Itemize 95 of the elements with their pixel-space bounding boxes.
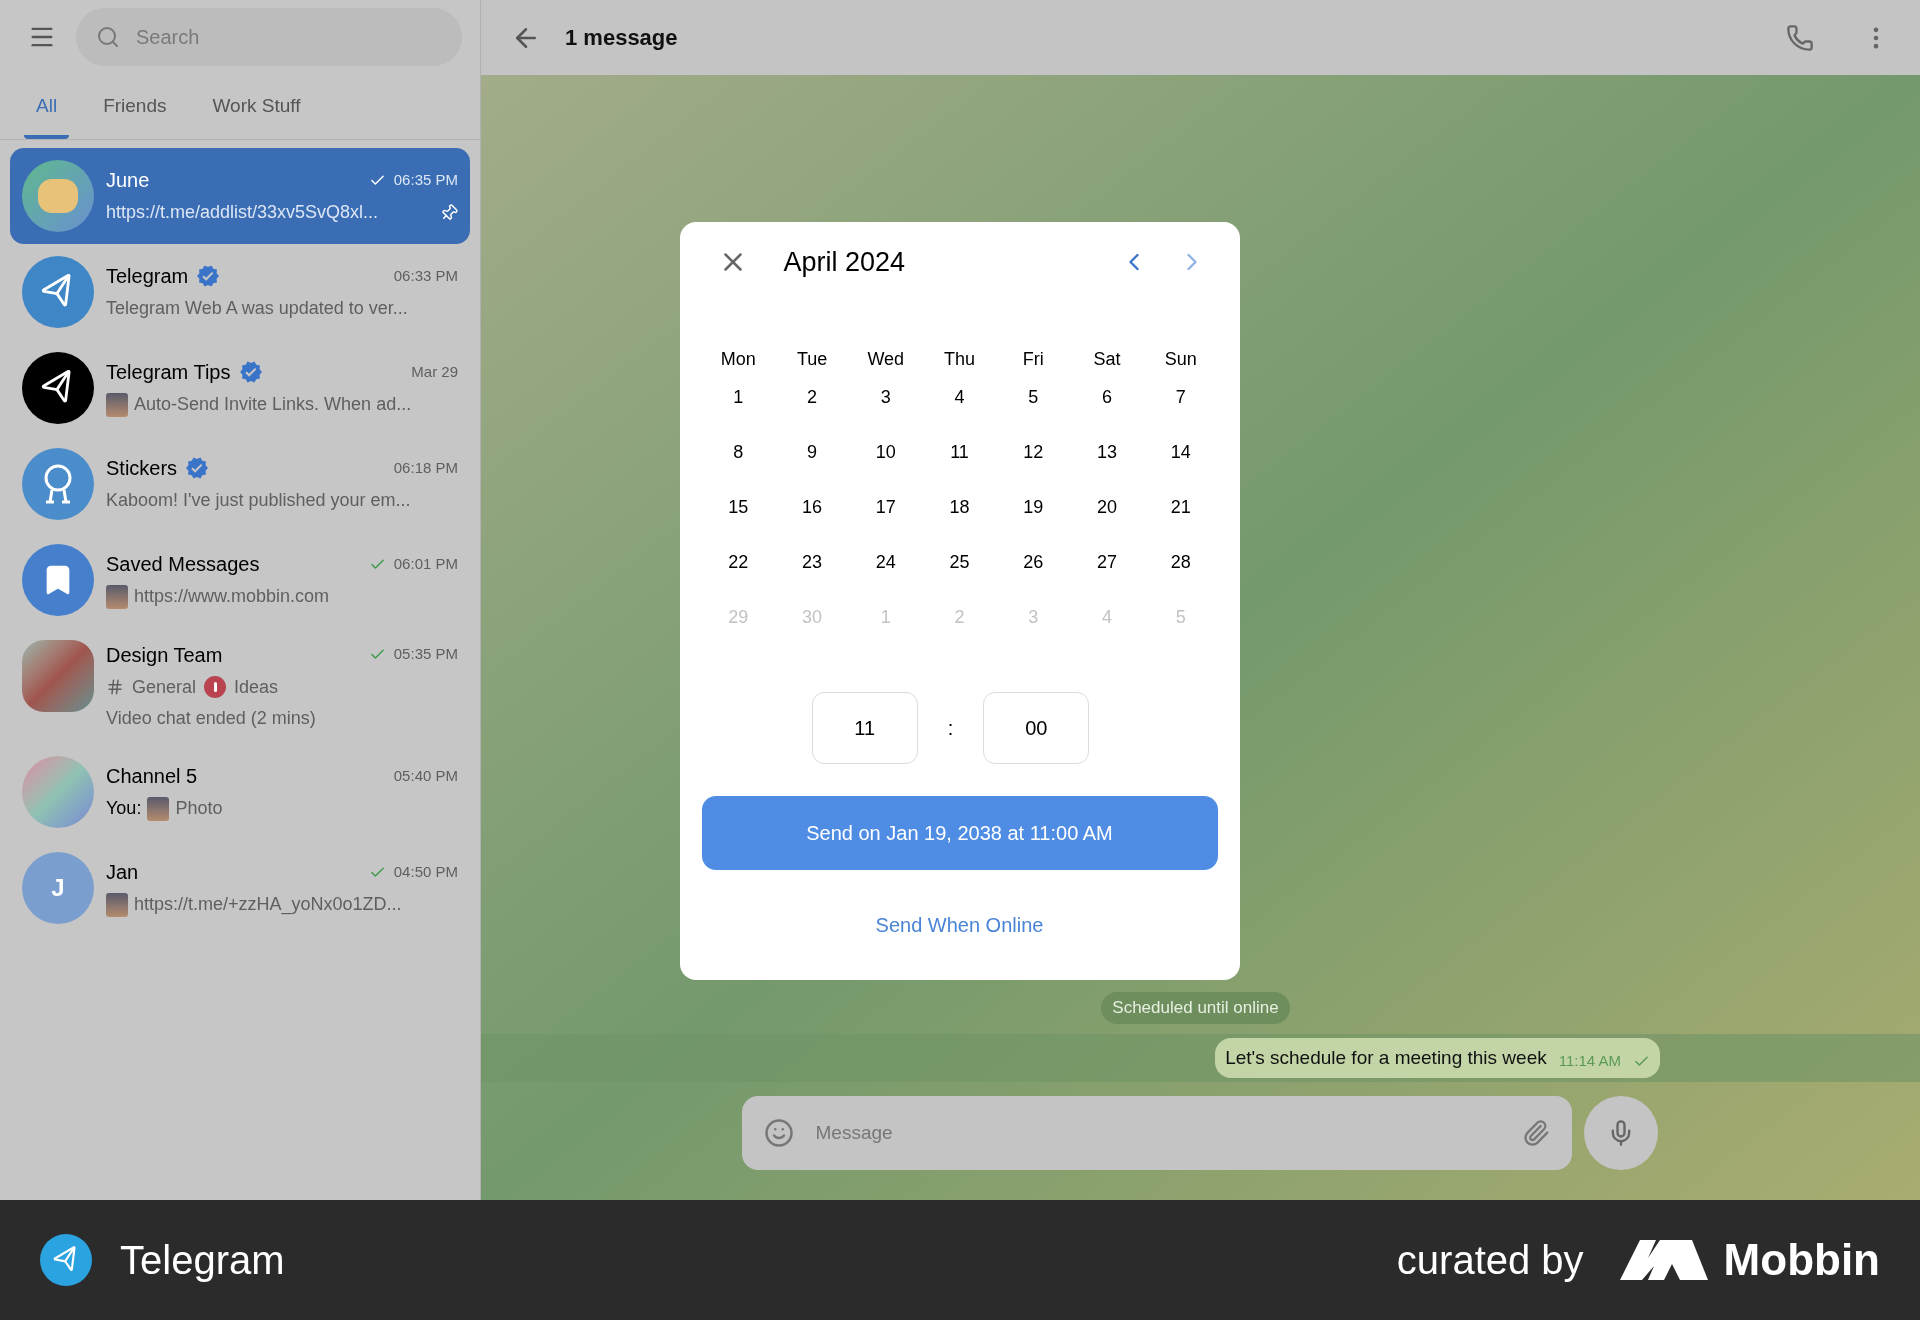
chat-time: 05:35 PM (393, 644, 458, 665)
calendar-day[interactable]: 23 (775, 550, 849, 575)
curated-by-label: curated by (1396, 1237, 1584, 1284)
weekday-label: Sun (1163, 348, 1198, 371)
calendar-day[interactable]: 10 (848, 440, 923, 465)
footer-brand: Mobbin (1723, 1234, 1880, 1286)
hash-icon (106, 678, 124, 696)
calendar-day[interactable]: 2 (775, 385, 849, 410)
calendar-day[interactable]: 21 (1143, 495, 1218, 520)
calendar-day[interactable]: 22 (701, 550, 776, 575)
chat-preview: https://t.me/+zzHA_yoNx0o1ZD... (134, 893, 402, 917)
calendar-day[interactable]: 18 (922, 495, 997, 520)
calendar-day[interactable]: 12 (996, 440, 1071, 465)
month-title: April 2024 (783, 245, 906, 279)
emoji-icon[interactable] (763, 1118, 794, 1148)
chat-title: 1 message (565, 24, 678, 52)
send-when-online-link[interactable]: Send When Online (875, 910, 1044, 940)
chat-time: 04:50 PM (393, 861, 458, 882)
chat-time: 06:35 PM (393, 169, 458, 190)
chat-list-item[interactable]: Channel 5 05:40 PM You: Photo (10, 743, 470, 840)
chat-name: June (106, 168, 150, 193)
chat-name: Telegram Tips (106, 360, 231, 385)
footer-app-name: Telegram (120, 1237, 285, 1284)
calendar-day[interactable]: 4 (922, 385, 997, 410)
chat-name: Jan (106, 860, 139, 885)
message-field[interactable]: Message (741, 1096, 1572, 1170)
chat-name: Stickers (106, 456, 178, 481)
chat-list-item[interactable]: Saved Messages 06:01 PM https://www.mobbin.com (10, 531, 470, 628)
calendar-day[interactable]: 5 (996, 385, 1071, 410)
weekday-label: Sat (1092, 348, 1122, 371)
calendar-day[interactable]: 16 (775, 495, 849, 520)
phone-icon[interactable] (1786, 23, 1814, 52)
attach-icon[interactable] (1521, 1119, 1550, 1147)
minute-field[interactable]: 00 (983, 692, 1090, 764)
chat-preview: Telegram Web A was updated to ver... (106, 297, 408, 320)
chat-preview: Kaboom! I've just published your em... (106, 489, 411, 512)
calendar-day[interactable]: 17 (848, 495, 923, 520)
chat-time: 06:33 PM (393, 265, 458, 286)
chat-list-item[interactable]: Telegram Tips Mar 29 Auto-Send Invite Links. When ad... (10, 339, 470, 436)
message-time: 11:14 AM (1558, 1050, 1621, 1071)
weekday-label: Fri (1021, 348, 1045, 371)
weekday-label: Mon (719, 348, 757, 371)
calendar-day[interactable]: 8 (701, 440, 776, 465)
chat-preview: https://www.mobbin.com (134, 585, 330, 608)
calendar-day[interactable]: 14 (1143, 440, 1218, 465)
chat-time: 05:40 PM (393, 765, 458, 786)
weekday-label: Tue (795, 348, 829, 371)
folder-tab[interactable]: Work Stuff (200, 82, 313, 139)
avatar-letter: J (22, 851, 94, 924)
calendar-day[interactable]: 28 (1143, 550, 1218, 575)
topic-label: Ideas (234, 675, 279, 699)
calendar-day[interactable]: 27 (1070, 550, 1144, 575)
chat-list-item[interactable]: J Jan 04:50 PM https://t.me/+zzHA_yoNx0o1ZD... (10, 839, 470, 936)
chat-name: Channel 5 (106, 764, 198, 789)
message-text: Let's schedule for a meeting this week (1225, 1045, 1547, 1070)
calendar-day[interactable]: 9 (775, 440, 849, 465)
scheduled-pill: Scheduled until online (1101, 992, 1290, 1024)
chat-name: Telegram (106, 264, 189, 289)
search-icon (96, 25, 120, 49)
folder-tab[interactable]: Friends (91, 82, 179, 139)
mobbin-logo-icon (1619, 1240, 1708, 1280)
hour-field[interactable]: 11 (811, 692, 918, 764)
calendar-day[interactable]: 3 (848, 385, 923, 410)
chat-name: Saved Messages (106, 552, 260, 577)
chat-preview: https://t.me/addlist/33xv5SvQ8xl... (106, 201, 379, 224)
calendar-day[interactable]: 24 (848, 550, 923, 575)
chat-list-item[interactable]: June 06:35 PM https://t.me/addlist/33xv5SvQ8xl... (10, 147, 470, 244)
calendar-day[interactable]: 13 (1070, 440, 1144, 465)
time-separator: : (947, 716, 954, 741)
calendar-day[interactable]: 11 (922, 440, 997, 465)
sender-label: You: (106, 797, 142, 820)
chat-time: Mar 29 (411, 361, 458, 382)
weekday-label: Wed (866, 348, 906, 371)
search-field[interactable]: Search (76, 8, 462, 66)
telegram-logo-icon (40, 1234, 92, 1286)
calendar-day[interactable]: 1 (701, 385, 776, 410)
weekday-label: Thu (942, 348, 976, 371)
topic-label: General (132, 675, 197, 699)
calendar-day[interactable]: 19 (996, 495, 1071, 520)
calendar-day[interactable]: 20 (1070, 495, 1144, 520)
calendar-day[interactable]: 7 (1143, 385, 1218, 410)
calendar-day[interactable]: 25 (922, 550, 997, 575)
chat-list-item[interactable]: Design Team 05:35 PM General Ideas Video chat ended (2 mins) (10, 627, 470, 744)
chat-time: 06:18 PM (393, 457, 458, 478)
chat-preview: Video chat ended (2 mins) (106, 706, 316, 730)
chat-name: Design Team (106, 642, 223, 668)
chat-list-item[interactable]: Stickers 06:18 PM Kaboom! I've just published your em... (10, 435, 470, 532)
chat-preview: Auto-Send Invite Links. When ad... (134, 393, 412, 416)
chat-list-item[interactable]: Telegram 06:33 PM Telegram Web A was updated to ver... (10, 243, 470, 340)
calendar-day[interactable]: 6 (1070, 385, 1144, 410)
topic-bubble-icon (204, 676, 227, 698)
calendar-day[interactable]: 15 (701, 495, 776, 520)
chat-time: 06:01 PM (393, 553, 458, 574)
chat-preview: Photo (175, 797, 223, 820)
calendar-day[interactable]: 26 (996, 550, 1071, 575)
